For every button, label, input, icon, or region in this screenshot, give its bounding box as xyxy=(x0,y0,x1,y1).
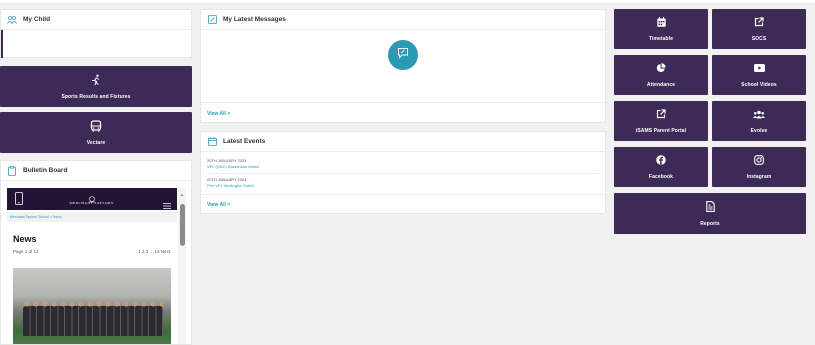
events-divider xyxy=(201,194,605,195)
event-title[interactable]: Pen VPL Wellington Match xyxy=(207,183,254,189)
news-heading: News xyxy=(13,234,37,244)
tile-label: Reports xyxy=(700,220,720,227)
tile-label: School Videos xyxy=(741,82,777,88)
event-divider xyxy=(207,173,599,174)
events-view-all-link[interactable]: View All > xyxy=(207,202,230,208)
tile-label: iSAMS Parent Portal xyxy=(635,128,687,134)
instagram-icon xyxy=(754,154,764,166)
tile-instagram[interactable]: Instagram xyxy=(712,147,806,187)
tile-label: Instagram xyxy=(746,174,772,180)
top-bar xyxy=(0,0,815,4)
tile-label: SOCS xyxy=(751,36,767,42)
vectare-tile[interactable]: Vectare xyxy=(0,112,192,153)
latest-messages-card: My Latest Messages View All > xyxy=(200,9,606,123)
tile-isams-parent-portal[interactable]: iSAMS Parent Portal xyxy=(614,101,708,141)
page-info: Page 1 of 13 xyxy=(13,249,39,254)
tile-socs[interactable]: SOCS xyxy=(712,9,806,49)
event-item[interactable]: 20TH JANUARY 2024 Pen VPL Wellington Mat… xyxy=(207,177,254,188)
bus-icon xyxy=(90,119,102,132)
breadcrumb[interactable]: Merchant Taylors' School > News xyxy=(7,212,177,222)
my-child-title: My Child xyxy=(23,16,51,23)
child-selector[interactable] xyxy=(1,30,3,58)
latest-events-card: Latest Events 20TH JANUARY 2024 VPL (GBC… xyxy=(200,131,606,214)
school-crest-icon xyxy=(87,191,97,209)
my-child-card: My Child xyxy=(0,9,192,58)
vectare-label: Vectare xyxy=(86,139,106,146)
team-group xyxy=(23,306,163,336)
team-heads xyxy=(23,300,163,308)
tile-evolve[interactable]: Evolve xyxy=(712,101,806,141)
bulletin-embed: MERCHANT TAYLORS' Merchant Taylors' Scho… xyxy=(7,188,187,344)
clipboard-icon xyxy=(7,165,17,176)
facebook-icon xyxy=(656,154,666,166)
sports-results-label: Sports Results and Fixtures xyxy=(61,93,131,100)
message-icon xyxy=(397,46,409,64)
pagination[interactable]: 1 2 3 ... 13 Next xyxy=(138,249,170,254)
tile-facebook[interactable]: Facebook xyxy=(614,147,708,187)
event-title[interactable]: VPL (GBC) Brasenose Match xyxy=(207,164,259,170)
messages-view-all-link[interactable]: View All > xyxy=(207,111,230,117)
news-photo[interactable] xyxy=(13,268,171,344)
edit-message-icon xyxy=(207,15,217,25)
family-icon xyxy=(7,15,17,25)
scroll-up-arrow[interactable] xyxy=(180,194,184,196)
running-icon xyxy=(90,74,102,86)
embed-header-bar: MERCHANT TAYLORS' xyxy=(7,188,177,210)
site-name: MERCHANT TAYLORS' xyxy=(69,201,115,205)
video-play-icon xyxy=(753,62,765,74)
events-title: Latest Events xyxy=(223,138,266,145)
messages-title: My Latest Messages xyxy=(223,16,286,23)
tile-label: Attendance xyxy=(646,82,676,88)
bulletin-title: Bulletin Board xyxy=(23,167,68,174)
tile-label: Evolve xyxy=(750,128,768,134)
report-file-icon xyxy=(705,201,715,213)
tile-school-videos[interactable]: School Videos xyxy=(712,55,806,95)
scrollbar[interactable] xyxy=(178,188,186,344)
tile-reports[interactable]: Reports xyxy=(614,193,806,234)
tile-label: Facebook xyxy=(648,174,674,180)
tile-label: Timetable xyxy=(648,36,674,42)
external-link-icon xyxy=(656,108,666,120)
calendar-icon xyxy=(656,16,666,28)
scrollbar-thumb[interactable] xyxy=(179,204,185,246)
messages-divider xyxy=(201,102,605,103)
tile-timetable[interactable]: Timetable xyxy=(614,9,708,49)
external-link-icon xyxy=(754,16,764,28)
sports-results-tile[interactable]: Sports Results and Fixtures xyxy=(0,66,192,107)
pie-chart-icon xyxy=(656,62,666,74)
bulletin-board-card: Bulletin Board MERCHANT TAYLORS' Merchan… xyxy=(0,160,192,345)
users-icon xyxy=(753,108,765,120)
tile-attendance[interactable]: Attendance xyxy=(614,55,708,95)
event-item[interactable]: 20TH JANUARY 2024 VPL (GBC) Brasenose Ma… xyxy=(207,158,259,169)
calendar-icon xyxy=(207,137,217,147)
compose-message-button[interactable] xyxy=(388,40,418,70)
